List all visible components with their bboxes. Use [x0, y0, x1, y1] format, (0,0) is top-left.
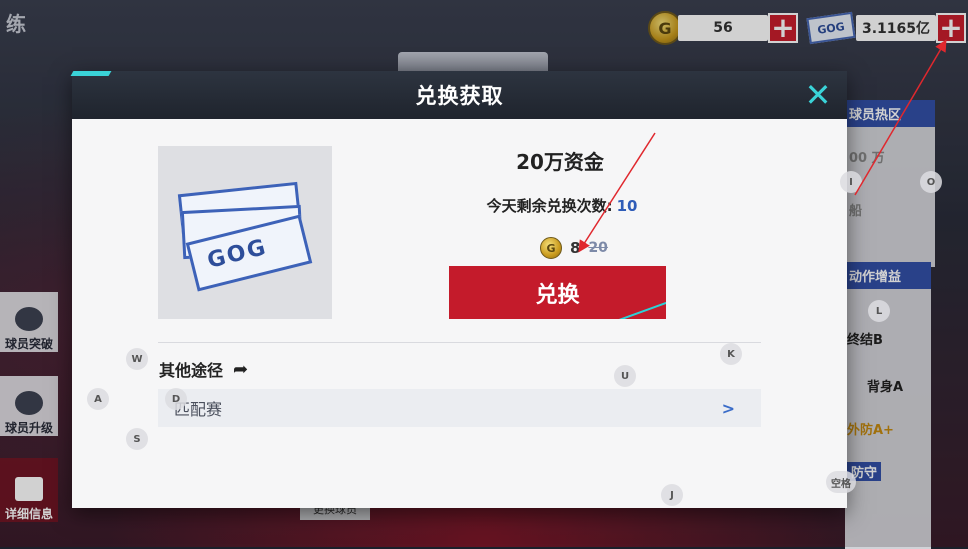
- dialog-header: 兑换获取 ✕: [72, 71, 847, 119]
- remaining-exchanges: 今天剩余兑换次数: 10: [486, 197, 638, 215]
- key-hint-d: D: [165, 388, 187, 410]
- chevron-right-icon: >: [721, 398, 735, 418]
- share-arrow-icon: ➦: [233, 358, 249, 380]
- key-hint-space: 空格: [826, 471, 856, 493]
- key-hint-l: L: [868, 300, 890, 322]
- remaining-count: 10: [616, 197, 638, 215]
- exchange-dialog: 兑换获取 ✕ GOG 20万资金 今天剩余兑换次数: 10 G 8 20 兑换 其…: [72, 71, 847, 508]
- key-hint-k: K: [720, 343, 742, 365]
- dialog-title: 兑换获取: [415, 84, 504, 108]
- key-hint-s: S: [126, 428, 148, 450]
- item-name: 20万资金: [516, 150, 604, 174]
- price-original: 20: [588, 240, 608, 256]
- price-current: 8: [570, 239, 581, 257]
- key-hint-w: W: [126, 348, 148, 370]
- cash-stack-icon: GOG: [177, 181, 313, 292]
- key-hint-a: A: [87, 388, 109, 410]
- divider: [158, 342, 761, 343]
- key-hint-u: U: [614, 365, 636, 387]
- route-match-game[interactable]: 匹配赛 >: [158, 389, 761, 427]
- key-hint-i: I: [840, 171, 862, 193]
- cash-bundle-image: GOG: [158, 146, 332, 319]
- exchange-button[interactable]: 兑换: [449, 266, 666, 319]
- gold-coin-icon: G: [540, 237, 562, 259]
- exchange-price: G 8 20: [540, 237, 608, 259]
- key-hint-o: O: [920, 171, 942, 193]
- other-routes-title: 其他途径 ➦: [159, 358, 249, 381]
- key-hint-j: J: [661, 484, 683, 506]
- close-icon[interactable]: ✕: [801, 79, 835, 111]
